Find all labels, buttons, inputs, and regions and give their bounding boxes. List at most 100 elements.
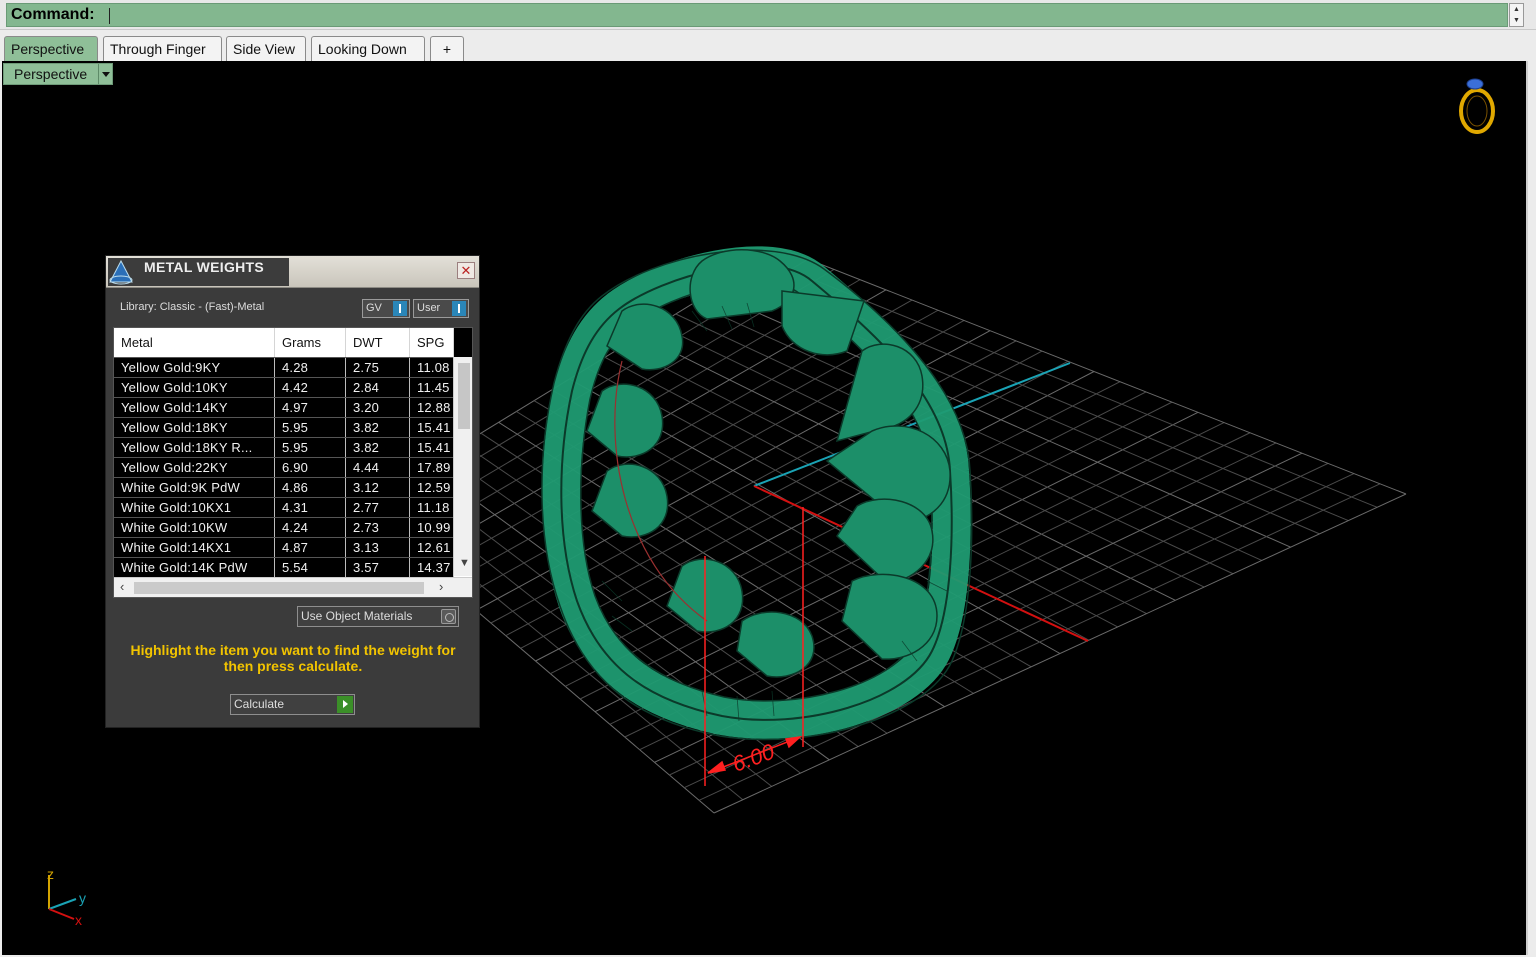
- scroll-thumb[interactable]: [458, 363, 470, 429]
- use-object-materials-button[interactable]: Use Object Materials: [297, 606, 459, 627]
- grams-cell: 4.31: [275, 498, 346, 517]
- panel-titlebar[interactable]: METAL WEIGHTS ✕: [106, 256, 479, 288]
- table-row[interactable]: Yellow Gold:14KY 4.97 3.20 12.88: [114, 397, 454, 417]
- dwt-cell: 2.84: [346, 378, 410, 397]
- metal-cell: White Gold:9K PdW: [114, 478, 275, 497]
- dimension-label: 6.00: [729, 738, 779, 776]
- table-row[interactable]: White Gold:10KX1 4.31 2.77 11.18: [114, 497, 454, 517]
- table-row[interactable]: Yellow Gold:22KY 6.90 4.44 17.89: [114, 457, 454, 477]
- user-toggle-label: User: [417, 302, 441, 314]
- tab-looking-down[interactable]: Looking Down: [311, 36, 425, 61]
- scroll-thumb[interactable]: [134, 582, 424, 594]
- metal-cell: Yellow Gold:22KY: [114, 458, 275, 477]
- spin-up-icon[interactable]: ▲: [1510, 4, 1523, 15]
- dwt-cell: 3.20: [346, 398, 410, 417]
- dwt-cell: 3.12: [346, 478, 410, 497]
- spg-cell: 15.41: [410, 418, 454, 437]
- command-input[interactable]: Command:: [6, 3, 1508, 27]
- metal-cell: Yellow Gold:18KY R...: [114, 438, 275, 457]
- panel-title: METAL WEIGHTS: [144, 259, 265, 275]
- table-row[interactable]: White Gold:14KX1 4.87 3.13 12.61: [114, 537, 454, 557]
- dwt-cell: 3.82: [346, 418, 410, 437]
- calculate-button[interactable]: Calculate: [230, 694, 355, 715]
- spg-cell: 15.41: [410, 438, 454, 457]
- scroll-down-icon[interactable]: ▼: [459, 557, 470, 569]
- metal-cell: White Gold:14K PdW: [114, 558, 275, 577]
- text-caret: [109, 8, 110, 24]
- metal-cell: Yellow Gold:18KY: [114, 418, 275, 437]
- grams-cell: 4.24: [275, 518, 346, 537]
- use-object-materials-label: Use Object Materials: [301, 609, 413, 623]
- command-label: Command:: [11, 6, 95, 23]
- dwt-cell: 2.73: [346, 518, 410, 537]
- metal-cell: White Gold:14KX1: [114, 538, 275, 557]
- vertical-scrollbar[interactable]: ▼: [453, 357, 472, 576]
- grams-cell: 4.42: [275, 378, 346, 397]
- command-history-spinner[interactable]: ▲ ▼: [1509, 3, 1524, 27]
- instruction-text: Highlight the item you want to find the …: [130, 642, 456, 674]
- viewport-title-label: Perspective: [14, 66, 88, 82]
- table-row[interactable]: White Gold:9K PdW 4.86 3.12 12.59: [114, 477, 454, 497]
- column-header-spg[interactable]: SPG: [410, 328, 454, 357]
- dwt-cell: 4.44: [346, 458, 410, 477]
- table-row[interactable]: Yellow Gold:18KY R... 5.95 3.82 15.41: [114, 437, 454, 457]
- spg-cell: 11.18: [410, 498, 454, 517]
- column-header-grams[interactable]: Grams: [275, 328, 346, 357]
- spin-down-icon[interactable]: ▼: [1510, 15, 1523, 26]
- calculate-label: Calculate: [234, 697, 285, 711]
- ring-widget-icon[interactable]: [1459, 78, 1495, 134]
- spg-cell: 11.45: [410, 378, 454, 397]
- table-row[interactable]: Yellow Gold:10KY 4.42 2.84 11.45: [114, 377, 454, 397]
- metal-weights-panel: METAL WEIGHTS ✕ Library: Classic - (Fast…: [105, 255, 480, 728]
- gv-toggle-label: GV: [366, 302, 382, 314]
- spg-cell: 12.88: [410, 398, 454, 417]
- axis-triad: z y x: [47, 866, 86, 928]
- add-tab-button[interactable]: +: [430, 36, 464, 61]
- grams-cell: 5.95: [275, 418, 346, 437]
- tab-side-view[interactable]: Side View: [226, 36, 306, 61]
- play-icon: [337, 696, 353, 713]
- header-corner: [454, 328, 472, 357]
- table-row[interactable]: Yellow Gold:18KY 5.95 3.82 15.41: [114, 417, 454, 437]
- toggle-knob-icon: [452, 301, 466, 316]
- library-label: Library: Classic - (Fast)-Metal: [120, 301, 265, 313]
- spg-cell: 11.08: [410, 358, 454, 377]
- dwt-cell: 3.82: [346, 438, 410, 457]
- table-row[interactable]: Yellow Gold:9KY 4.28 2.75 11.08: [114, 357, 454, 377]
- viewport-title[interactable]: Perspective: [3, 63, 113, 85]
- plugin-logo-icon: [108, 258, 134, 286]
- table-row[interactable]: White Gold:14K PdW 5.54 3.57 14.37: [114, 557, 454, 577]
- grams-cell: 5.54: [275, 558, 346, 577]
- scroll-left-icon[interactable]: ‹: [120, 579, 124, 594]
- table-row[interactable]: White Gold:10KW 4.24 2.73 10.99: [114, 517, 454, 537]
- column-header-dwt[interactable]: DWT: [346, 328, 410, 357]
- tab-through-finger[interactable]: Through Finger: [103, 36, 222, 61]
- grams-cell: 5.95: [275, 438, 346, 457]
- column-header-metal[interactable]: Metal: [114, 328, 275, 357]
- dwt-cell: 3.13: [346, 538, 410, 557]
- metal-cell: White Gold:10KX1: [114, 498, 275, 517]
- grams-cell: 4.97: [275, 398, 346, 417]
- app-window: Command: ▲ ▼ Perspective Through Finger …: [0, 0, 1536, 957]
- close-icon[interactable]: ✕: [457, 262, 475, 279]
- spg-cell: 10.99: [410, 518, 454, 537]
- grid-line: [713, 493, 1407, 814]
- command-bar: Command: ▲ ▼: [0, 0, 1536, 30]
- grams-cell: 6.90: [275, 458, 346, 477]
- spg-cell: 14.37: [410, 558, 454, 577]
- toggle-knob-icon: [393, 301, 407, 316]
- metal-cell: White Gold:10KW: [114, 518, 275, 537]
- scroll-right-icon[interactable]: ›: [439, 579, 443, 594]
- heart-ring-model[interactable]: [541, 246, 973, 741]
- dwt-cell: 2.77: [346, 498, 410, 517]
- metal-table[interactable]: Metal Grams DWT SPG Yellow Gold:9KY 4.28 2…: [113, 327, 473, 598]
- dwt-cell: 3.57: [346, 558, 410, 577]
- tab-perspective[interactable]: Perspective: [4, 36, 98, 61]
- grams-cell: 4.86: [275, 478, 346, 497]
- viewport-menu-chevron-icon[interactable]: [98, 64, 112, 84]
- metal-cell: Yellow Gold:14KY: [114, 398, 275, 417]
- gv-toggle[interactable]: GV: [362, 299, 410, 318]
- user-toggle[interactable]: User: [413, 299, 469, 318]
- horizontal-scrollbar[interactable]: ‹ ›: [114, 577, 472, 597]
- radio-icon: [441, 609, 456, 624]
